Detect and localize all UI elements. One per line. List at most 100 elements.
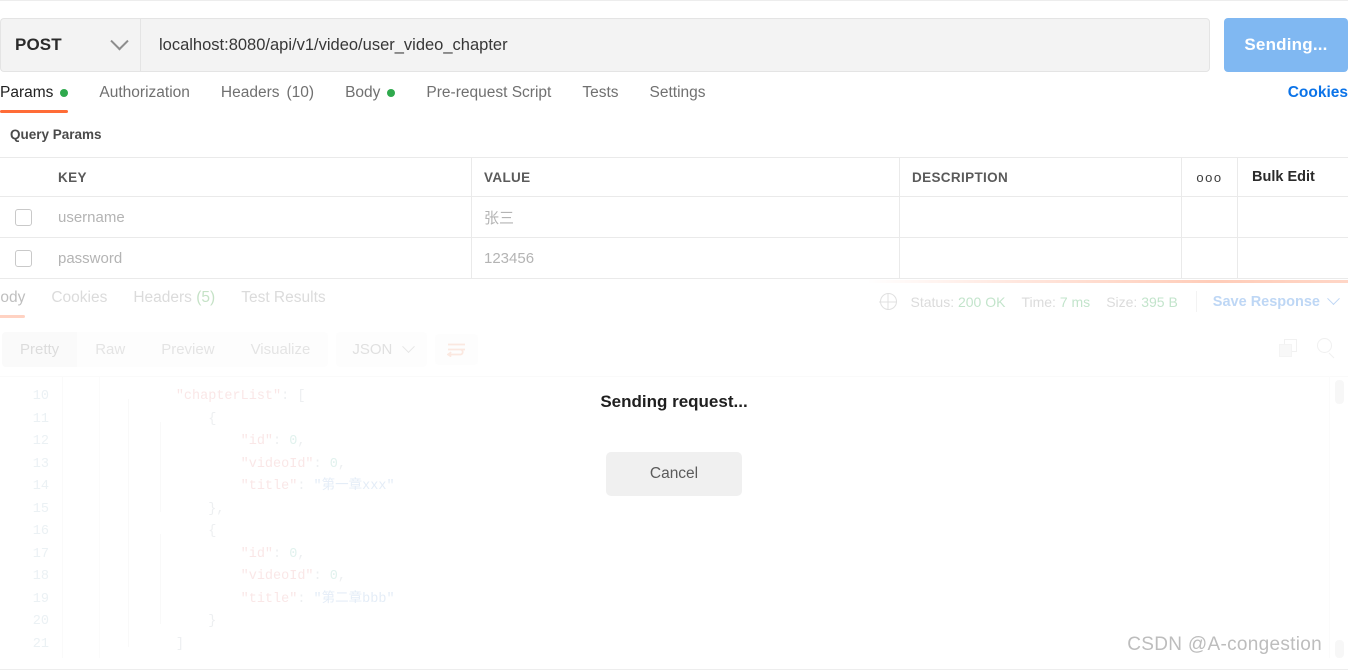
query-params-title: Query Params <box>10 127 102 142</box>
chevron-down-icon <box>1327 292 1340 306</box>
row-key-value: password <box>58 249 123 267</box>
response-format-toolbar: Pretty Raw Preview Visualize JSON <box>2 332 479 367</box>
response-tab-test-results[interactable]: Test Results <box>241 289 325 318</box>
tab-body[interactable]: Body <box>345 84 396 113</box>
table-row: password 123456 <box>0 238 1348 279</box>
response-action-icons <box>1279 338 1336 357</box>
vertical-scrollbar-thumb-lower[interactable] <box>1335 640 1344 658</box>
row-description-cell[interactable] <box>900 197 1182 237</box>
request-url-value: localhost:8080/api/v1/video/user_video_c… <box>159 35 508 54</box>
tab-pre-request-script[interactable]: Pre-request Script <box>426 84 551 113</box>
code-token-pun: }, <box>208 501 225 517</box>
tab-authorization[interactable]: Authorization <box>99 84 189 113</box>
header-key: KEY <box>46 158 472 196</box>
row-checkbox[interactable] <box>14 208 32 226</box>
watermark: CSDN @A-congestion <box>1127 634 1322 655</box>
table-options-button[interactable]: ooo <box>1182 158 1238 196</box>
code-token-pun: : <box>273 546 290 562</box>
size-value: 395 B <box>1141 293 1178 310</box>
search-icon[interactable] <box>1317 338 1336 357</box>
indent-guide <box>160 534 161 624</box>
table-header-row: KEY VALUE DESCRIPTION ooo Bulk Edit <box>0 158 1348 197</box>
tab-body-label: Body <box>345 84 381 101</box>
http-method-label: POST <box>15 35 62 54</box>
status-value: 200 OK <box>957 293 1006 310</box>
code-token-pun: ] <box>175 636 184 652</box>
globe-icon <box>879 293 897 310</box>
row-description-cell[interactable] <box>900 238 1182 278</box>
row-key-cell[interactable]: password <box>46 238 472 278</box>
row-value-value: 张三 <box>484 209 515 227</box>
row-key-cell[interactable]: username <box>46 197 472 237</box>
bulk-edit-button[interactable]: Bulk Edit <box>1238 158 1348 196</box>
time-badge: Time: 7 ms <box>1021 294 1090 310</box>
response-tab-body-label: Body <box>0 289 26 306</box>
code-line: }, <box>111 499 1348 522</box>
http-method-select[interactable]: POST <box>0 18 140 72</box>
code-token-key: "videoId" <box>240 569 314 584</box>
line-number: 19 <box>32 591 49 607</box>
row-value-cell[interactable]: 123456 <box>472 238 900 278</box>
code-line: "title": "第二章bbb" <box>111 589 1348 612</box>
line-number: 15 <box>32 501 49 517</box>
row-key-value: username <box>58 208 125 226</box>
response-tab-headers[interactable]: Headers (5) <box>133 289 215 318</box>
code-token-str: "第二章bbb" <box>313 591 395 607</box>
format-visualize[interactable]: Visualize <box>233 332 329 367</box>
format-pretty[interactable]: Pretty <box>2 332 78 367</box>
save-response-label: Save Response <box>1212 293 1320 310</box>
content-type-select[interactable]: JSON <box>336 332 428 367</box>
response-tab-cookies[interactable]: Cookies <box>51 289 107 318</box>
response-tab-body[interactable]: Body <box>0 289 26 318</box>
format-raw[interactable]: Raw <box>77 332 143 367</box>
format-segmented-control: Pretty Raw Preview Visualize <box>2 332 329 367</box>
format-preview[interactable]: Preview <box>143 332 232 367</box>
line-number: 17 <box>32 546 49 562</box>
chevron-down-icon <box>402 340 416 354</box>
code-token-pun: } <box>208 614 217 629</box>
wrap-lines-button[interactable] <box>435 334 479 365</box>
request-url-input[interactable]: localhost:8080/api/v1/video/user_video_c… <box>140 18 1210 72</box>
content-type-label: JSON <box>352 341 393 358</box>
status-badge: Status: 200 OK <box>911 294 1006 310</box>
request-url-bar: POST localhost:8080/api/v1/video/user_vi… <box>0 18 1348 72</box>
cookies-link[interactable]: Cookies <box>1288 84 1348 102</box>
request-progress-bar <box>868 280 1348 283</box>
sending-request-title: Sending request... <box>600 392 748 411</box>
copy-icon[interactable] <box>1279 338 1297 357</box>
row-checkbox-cell <box>0 238 46 278</box>
tab-authorization-label: Authorization <box>99 84 190 101</box>
send-button[interactable]: Sending... <box>1224 18 1348 72</box>
postman-window: POST localhost:8080/api/v1/video/user_vi… <box>0 0 1348 670</box>
code-token-pun: , <box>297 546 306 562</box>
response-tab-headers-label: Headers <box>133 289 192 306</box>
response-meta-bar: Status: 200 OK Time: 7 ms Size: 395 B Sa… <box>879 291 1345 312</box>
cancel-button[interactable]: Cancel <box>605 452 743 496</box>
code-token-key: "title" <box>240 591 298 607</box>
bulk-edit-label: Bulk Edit <box>1252 169 1315 185</box>
row-checkbox-cell <box>0 197 46 237</box>
sending-request-overlay: Sending request... Cancel <box>0 392 1348 496</box>
save-response-button[interactable]: Save Response <box>1212 292 1340 310</box>
code-token-pun: { <box>208 524 217 539</box>
header-key-label: KEY <box>58 169 87 185</box>
row-value-cell[interactable]: 张三 <box>472 197 900 237</box>
header-value-label: VALUE <box>484 169 531 185</box>
tab-headers[interactable]: Headers (10) <box>221 84 314 113</box>
tab-settings[interactable]: Settings <box>650 84 706 113</box>
chevron-down-icon <box>110 31 129 50</box>
tab-tests[interactable]: Tests <box>582 84 618 113</box>
response-tab-bar: Body Cookies Headers (5) Test Results <box>0 289 352 318</box>
header-description-label: DESCRIPTION <box>912 169 1009 185</box>
row-checkbox[interactable] <box>14 249 32 267</box>
size-label: Size: <box>1106 293 1138 310</box>
tab-settings-label: Settings <box>649 84 706 101</box>
request-tab-bar: Params Authorization Headers (10) Body P… <box>0 84 1348 120</box>
row-spacer-dots <box>1182 197 1238 237</box>
tab-params[interactable]: Params <box>0 84 69 113</box>
header-description: DESCRIPTION <box>900 158 1182 196</box>
tab-headers-label: Headers <box>220 84 280 101</box>
more-options-icon: ooo <box>1196 169 1223 185</box>
row-value-value: 123456 <box>484 249 535 267</box>
code-line: { <box>111 521 1348 544</box>
